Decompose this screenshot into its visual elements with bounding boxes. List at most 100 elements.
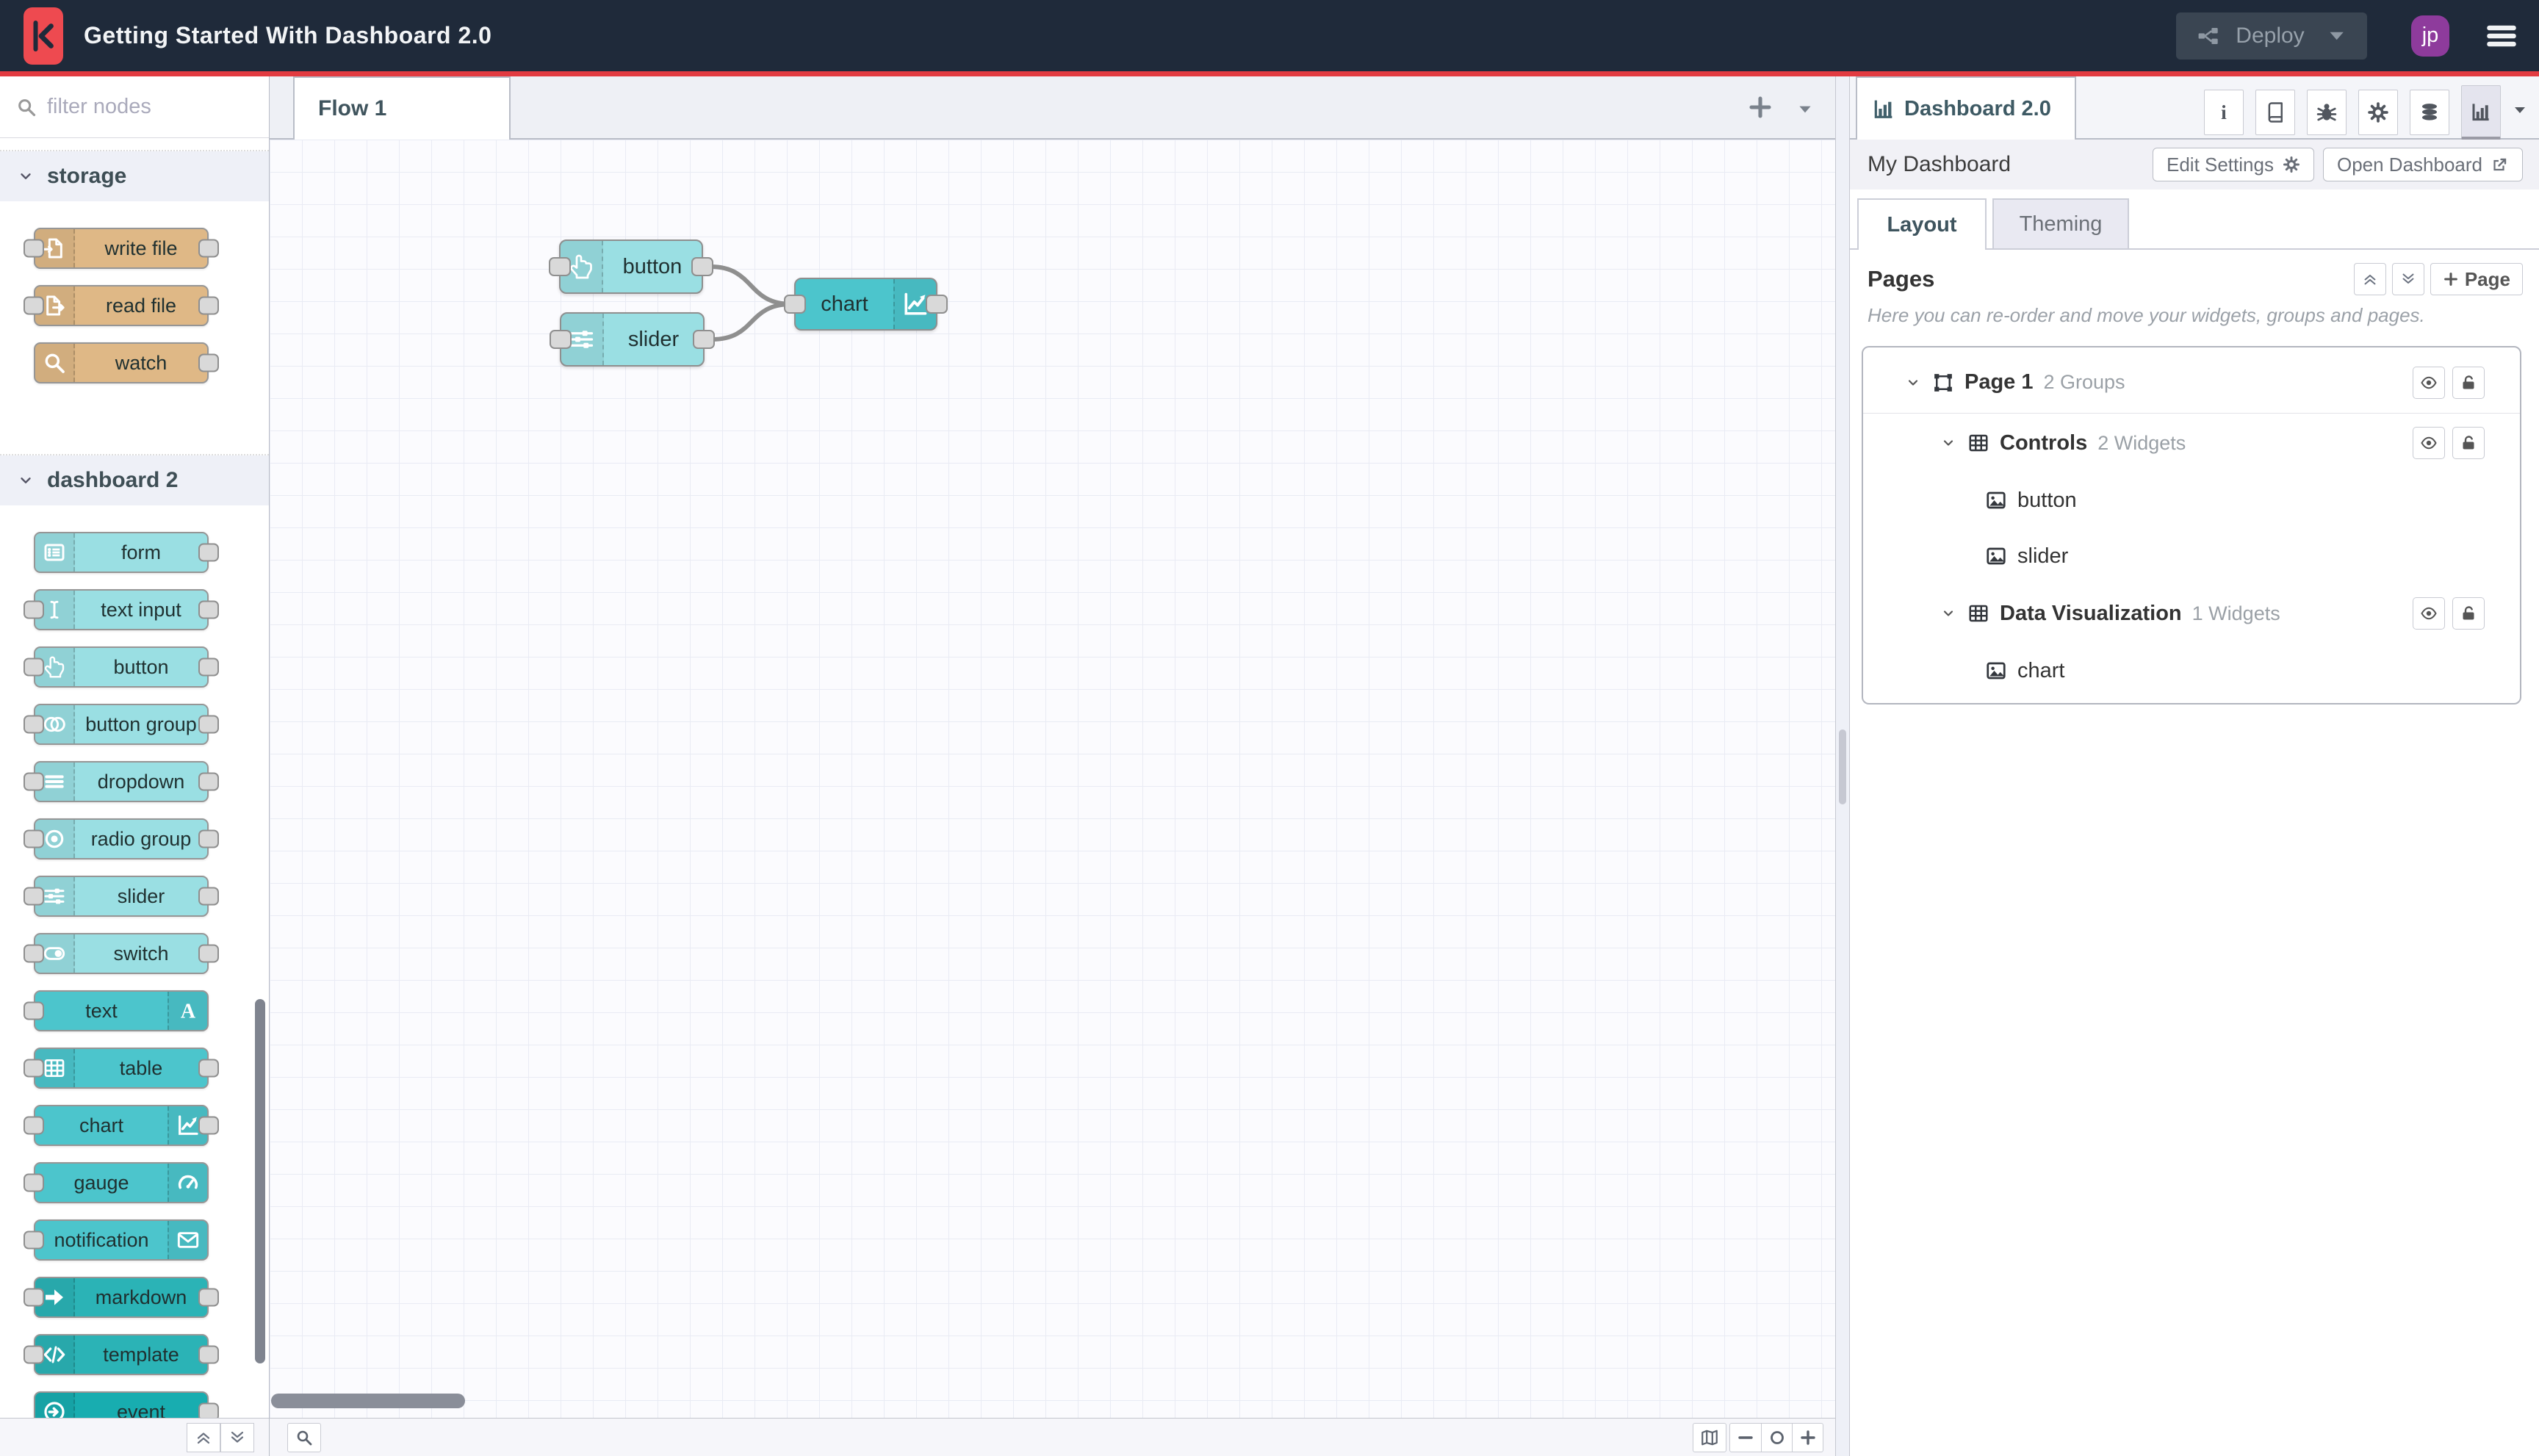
deploy-button[interactable]: Deploy bbox=[2176, 12, 2367, 60]
palette-node-button-group[interactable]: button group bbox=[24, 704, 219, 745]
toggle-lock-button[interactable] bbox=[2452, 597, 2485, 630]
expand-all-categories-button[interactable] bbox=[220, 1422, 254, 1452]
palette-node-text[interactable]: text A bbox=[24, 990, 209, 1031]
wire[interactable] bbox=[708, 264, 793, 306]
palette-node-read-file[interactable]: read file bbox=[24, 285, 219, 326]
add-page-button[interactable]: Page bbox=[2430, 263, 2523, 295]
output-port[interactable] bbox=[198, 1288, 219, 1307]
output-port[interactable] bbox=[198, 887, 219, 906]
output-port[interactable] bbox=[198, 543, 219, 562]
palette-node-template[interactable]: template bbox=[24, 1334, 219, 1375]
output-port[interactable] bbox=[198, 829, 219, 848]
output-port[interactable] bbox=[198, 600, 219, 619]
add-flow-button[interactable] bbox=[1747, 94, 1773, 120]
tree-row-slider[interactable]: slider bbox=[1863, 528, 2520, 584]
output-port[interactable] bbox=[198, 715, 219, 734]
sidebar-toolbar-barchart-button[interactable] bbox=[2461, 85, 2501, 140]
tab-dashboard-2[interactable]: Dashboard 2.0 bbox=[1856, 76, 2076, 140]
tree-row-Page-1[interactable]: Page 1 2 Groups bbox=[1863, 352, 2520, 414]
sidebar-toolbar-gear-button[interactable] bbox=[2358, 90, 2398, 135]
output-port[interactable] bbox=[198, 1059, 219, 1078]
canvas-search-button[interactable] bbox=[287, 1422, 321, 1452]
palette-category-header-storage[interactable]: storage bbox=[0, 151, 269, 201]
input-port[interactable] bbox=[24, 772, 44, 791]
palette-node-switch[interactable]: switch bbox=[24, 933, 219, 974]
sidebar-toolbar-layers-button[interactable] bbox=[2410, 90, 2449, 135]
input-port[interactable] bbox=[24, 1001, 44, 1020]
input-port[interactable] bbox=[784, 295, 806, 314]
wire[interactable] bbox=[710, 302, 793, 342]
sidebar-toolbar-book-button[interactable] bbox=[2255, 90, 2295, 135]
palette-node-radio-group[interactable]: radio group bbox=[24, 818, 219, 859]
flow-node-slider[interactable]: slider bbox=[550, 312, 715, 367]
palette-node-markdown[interactable]: markdown bbox=[24, 1277, 219, 1318]
tree-row-button[interactable]: button bbox=[1863, 472, 2520, 528]
palette-node-text-input[interactable]: text input bbox=[24, 589, 219, 630]
input-port[interactable] bbox=[549, 257, 571, 276]
sidebar-tabs-caret-icon[interactable] bbox=[2511, 101, 2529, 119]
input-port[interactable] bbox=[24, 296, 44, 315]
tab-layout[interactable]: Layout bbox=[1857, 198, 1987, 250]
sidebar-toolbar-bug-button[interactable] bbox=[2307, 90, 2347, 135]
input-port[interactable] bbox=[24, 829, 44, 848]
input-port[interactable] bbox=[24, 600, 44, 619]
output-port[interactable] bbox=[198, 353, 219, 372]
palette-node-dropdown[interactable]: dropdown bbox=[24, 761, 219, 802]
chevron-down-icon[interactable] bbox=[1941, 606, 1956, 621]
toggle-lock-button[interactable] bbox=[2452, 427, 2485, 459]
flow-node-button[interactable]: button bbox=[549, 239, 713, 294]
zoom-in-button[interactable] bbox=[1792, 1423, 1823, 1452]
output-port[interactable] bbox=[198, 1402, 219, 1418]
flow-list-caret-icon[interactable] bbox=[1796, 100, 1815, 119]
tree-row-Controls[interactable]: Controls 2 Widgets bbox=[1863, 414, 2520, 472]
input-port[interactable] bbox=[24, 715, 44, 734]
toggle-visibility-button[interactable] bbox=[2413, 427, 2445, 459]
palette-node-watch[interactable]: watch bbox=[34, 342, 219, 383]
output-port[interactable] bbox=[198, 772, 219, 791]
palette-category-header-dashboard-2[interactable]: dashboard 2 bbox=[0, 455, 269, 505]
output-port[interactable] bbox=[198, 657, 219, 677]
input-port[interactable] bbox=[24, 657, 44, 677]
palette-node-table[interactable]: table bbox=[24, 1048, 219, 1089]
input-port[interactable] bbox=[24, 1230, 44, 1250]
flow-node-chart[interactable]: chart bbox=[784, 278, 948, 331]
input-port[interactable] bbox=[550, 330, 572, 349]
input-port[interactable] bbox=[24, 944, 44, 963]
input-port[interactable] bbox=[24, 887, 44, 906]
user-avatar[interactable]: jp bbox=[2411, 15, 2449, 57]
output-port[interactable] bbox=[693, 330, 715, 349]
output-port[interactable] bbox=[691, 257, 713, 276]
output-port[interactable] bbox=[198, 296, 219, 315]
palette-scrollbar-thumb[interactable] bbox=[255, 999, 265, 1363]
output-port[interactable] bbox=[198, 944, 219, 963]
filter-nodes-input[interactable] bbox=[47, 95, 238, 119]
expand-all-pages-button[interactable] bbox=[2391, 263, 2424, 295]
navigator-map-button[interactable] bbox=[1693, 1422, 1726, 1452]
palette-node-slider[interactable]: slider bbox=[24, 876, 219, 917]
palette-node-button[interactable]: button bbox=[24, 646, 219, 688]
canvas-hscrollbar-thumb[interactable] bbox=[271, 1394, 465, 1408]
chevron-down-icon[interactable] bbox=[1941, 436, 1956, 450]
palette-node-chart[interactable]: chart bbox=[24, 1105, 219, 1146]
sidebar-toolbar-info-button[interactable]: i bbox=[2204, 90, 2244, 135]
palette-node-event[interactable]: event bbox=[34, 1391, 219, 1418]
input-port[interactable] bbox=[24, 1116, 44, 1135]
hamburger-menu-icon[interactable] bbox=[2483, 20, 2520, 52]
tab-flow-1[interactable]: Flow 1 bbox=[293, 76, 511, 140]
deploy-caret-icon[interactable] bbox=[2325, 20, 2348, 52]
palette-node-form[interactable]: form bbox=[34, 532, 219, 573]
input-port[interactable] bbox=[24, 1173, 44, 1192]
palette-node-write-file[interactable]: write file bbox=[24, 228, 219, 269]
output-port[interactable] bbox=[198, 239, 219, 258]
output-port[interactable] bbox=[926, 295, 948, 314]
toggle-visibility-button[interactable] bbox=[2413, 597, 2445, 630]
input-port[interactable] bbox=[24, 1345, 44, 1364]
zoom-reset-button[interactable] bbox=[1761, 1423, 1792, 1452]
tree-row-chart[interactable]: chart bbox=[1863, 643, 2520, 699]
toggle-visibility-button[interactable] bbox=[2413, 366, 2445, 399]
input-port[interactable] bbox=[24, 239, 44, 258]
open-dashboard-button[interactable]: Open Dashboard bbox=[2322, 148, 2523, 181]
input-port[interactable] bbox=[24, 1288, 44, 1307]
palette-node-notification[interactable]: notification bbox=[24, 1219, 209, 1261]
zoom-out-button[interactable] bbox=[1730, 1424, 1761, 1452]
